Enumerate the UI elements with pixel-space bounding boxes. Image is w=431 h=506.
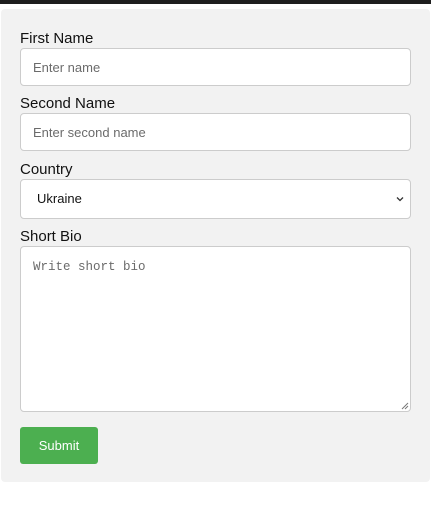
short-bio-placeholder: Write short bio [33,260,146,274]
short-bio-textarea[interactable]: Write short bio [20,246,411,412]
second-name-input[interactable] [20,113,411,151]
top-bar [0,0,431,4]
submit-button[interactable]: Submit [20,427,98,464]
resize-handle-icon[interactable] [401,402,409,410]
short-bio-label: Short Bio [20,228,82,245]
country-selected-value: Ukraine [37,191,82,206]
first-name-label: First Name [20,30,94,47]
second-name-label: Second Name [20,95,116,112]
first-name-input[interactable] [20,48,411,86]
chevron-down-icon [396,197,404,202]
form-panel: First Name Second Name Country Ukraine S… [1,9,430,482]
country-label: Country [20,161,73,178]
country-select[interactable]: Ukraine [20,179,411,219]
